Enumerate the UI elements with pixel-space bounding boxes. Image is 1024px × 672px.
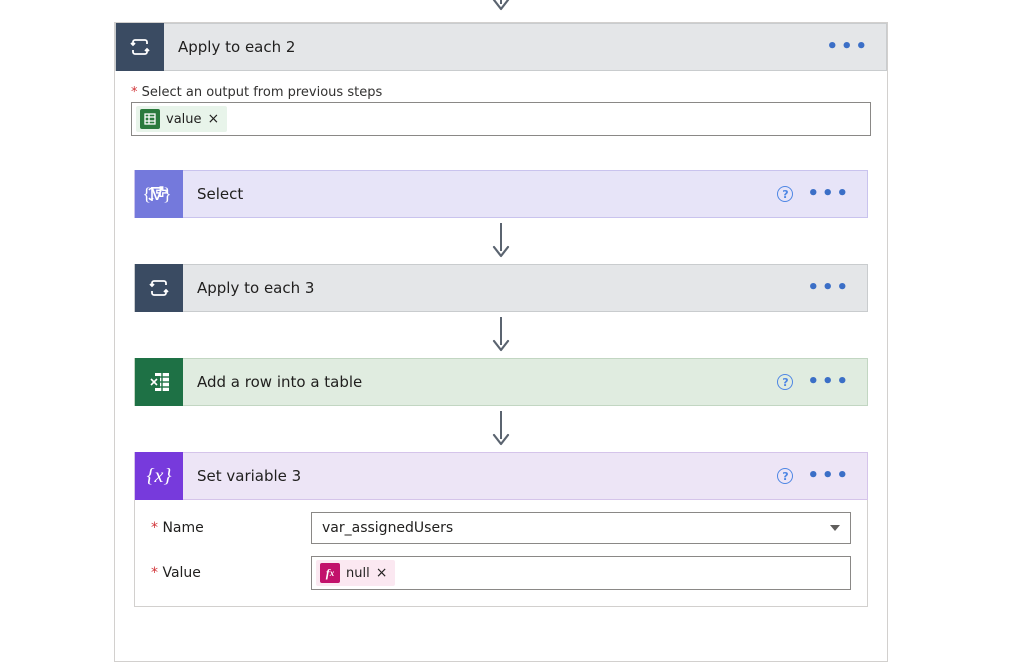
output-token-input[interactable]: value × bbox=[131, 102, 871, 136]
flow-canvas: Apply to each 2 ••• * Select an output f… bbox=[0, 0, 1024, 672]
apply-to-each-3-header[interactable]: Apply to each 3 ••• bbox=[134, 264, 868, 312]
apply-to-each-3-card[interactable]: Apply to each 3 ••• bbox=[134, 264, 868, 312]
card-title: Apply to each 2 bbox=[164, 38, 826, 56]
card-title: Apply to each 3 bbox=[183, 279, 807, 297]
value-label: * Value bbox=[151, 565, 299, 581]
select-icon: {∇} bbox=[135, 170, 183, 218]
set-variable-3-card[interactable]: {x} Set variable 3 ? ••• * Name var_assi… bbox=[134, 452, 868, 607]
apply-to-each-2-header[interactable]: Apply to each 2 ••• bbox=[115, 23, 887, 71]
chevron-down-icon bbox=[830, 525, 840, 531]
arrow-into-outer bbox=[114, 0, 888, 22]
dynamic-token-value[interactable]: value × bbox=[136, 106, 227, 132]
arrow-connector bbox=[134, 406, 868, 452]
token-label: null bbox=[346, 566, 370, 581]
set-variable-3-header[interactable]: {x} Set variable 3 ? ••• bbox=[134, 452, 868, 500]
card-menu-button[interactable]: ••• bbox=[807, 279, 851, 297]
expression-token-null[interactable]: fx null × bbox=[316, 560, 395, 586]
arrow-connector bbox=[134, 312, 868, 358]
select-header[interactable]: {∇} Select ? ••• bbox=[134, 170, 868, 218]
close-icon[interactable]: × bbox=[208, 112, 220, 126]
card-menu-button[interactable]: ••• bbox=[807, 373, 851, 391]
required-asterisk: * bbox=[151, 520, 158, 536]
help-icon[interactable]: ? bbox=[777, 468, 793, 484]
add-row-card[interactable]: Add a row into a table ? ••• bbox=[134, 358, 868, 406]
arrow-connector bbox=[134, 218, 868, 264]
variable-icon: {x} bbox=[135, 452, 183, 500]
card-title: Select bbox=[183, 185, 777, 203]
help-icon[interactable]: ? bbox=[777, 374, 793, 390]
fx-icon: fx bbox=[320, 563, 340, 583]
card-menu-button[interactable]: ••• bbox=[826, 38, 870, 56]
token-label: value bbox=[166, 112, 202, 127]
card-menu-button[interactable]: ••• bbox=[807, 467, 851, 485]
select-card[interactable]: {∇} Select ? ••• bbox=[134, 170, 868, 218]
close-icon[interactable]: × bbox=[376, 566, 388, 580]
add-row-header[interactable]: Add a row into a table ? ••• bbox=[134, 358, 868, 406]
card-title: Set variable 3 bbox=[183, 467, 777, 485]
list-icon bbox=[140, 109, 160, 129]
help-icon[interactable]: ? bbox=[777, 186, 793, 202]
card-title: Add a row into a table bbox=[183, 373, 777, 391]
name-label: * Name bbox=[151, 520, 299, 536]
output-label: * Select an output from previous steps bbox=[131, 85, 871, 100]
card-menu-button[interactable]: ••• bbox=[807, 185, 851, 203]
inner-steps-column: {∇} Select ? ••• bbox=[134, 170, 868, 607]
loop-icon bbox=[135, 264, 183, 312]
loop-icon bbox=[116, 23, 164, 71]
apply-to-each-2-body: * Select an output from previous steps v… bbox=[115, 71, 887, 154]
required-asterisk: * bbox=[131, 85, 138, 100]
set-variable-3-body: * Name var_assignedUsers * Value bbox=[134, 500, 868, 607]
excel-icon bbox=[135, 358, 183, 406]
value-token-input[interactable]: fx null × bbox=[311, 556, 851, 590]
required-asterisk: * bbox=[151, 565, 158, 581]
name-select-value: var_assignedUsers bbox=[322, 520, 453, 536]
name-select[interactable]: var_assignedUsers bbox=[311, 512, 851, 544]
